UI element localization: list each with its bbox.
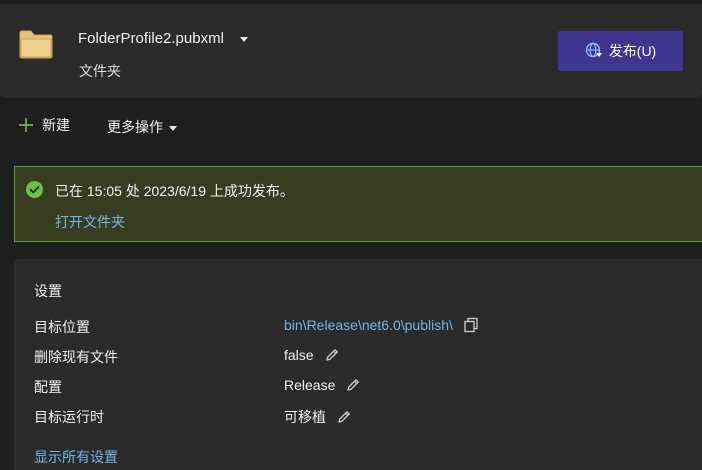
pencil-icon[interactable] [336, 409, 352, 425]
setting-label: 目标位置 [34, 319, 90, 335]
setting-row-configuration: 配置 Release [14, 377, 702, 399]
setting-row-delete-existing: 删除现有文件 false [14, 347, 702, 369]
new-profile-button[interactable]: 新建 [18, 115, 70, 135]
profile-header: FolderProfile2.pubxml 文件夹 发布(U) [0, 4, 702, 98]
publish-button-label: 发布(U) [608, 43, 657, 59]
profile-type: 文件夹 [79, 63, 121, 79]
globe-publish-icon [585, 42, 602, 58]
check-circle-icon [26, 181, 43, 198]
setting-label: 目标运行时 [34, 409, 104, 425]
profile-name: FolderProfile2.pubxml [78, 30, 224, 47]
pencil-icon[interactable] [345, 377, 361, 393]
folder-icon [19, 30, 53, 59]
chevron-down-icon [169, 125, 177, 131]
settings-title: 设置 [34, 283, 62, 299]
new-button-label: 新建 [42, 117, 70, 133]
target-runtime-value: 可移植 [284, 409, 326, 425]
setting-value-target-location: bin\Release\net6.0\publish\ [284, 317, 479, 333]
pencil-icon[interactable] [324, 347, 340, 363]
configuration-value: Release [284, 377, 336, 393]
success-banner: 已在 15:05 处 2023/6/19 上成功发布。 打开文件夹 [14, 166, 702, 242]
setting-row-target-runtime: 目标运行时 可移植 [14, 407, 702, 429]
setting-label: 删除现有文件 [34, 349, 118, 365]
more-actions-label: 更多操作 [107, 119, 163, 135]
publish-page: FolderProfile2.pubxml 文件夹 发布(U) 新建 更多操作 [0, 0, 702, 470]
setting-value-delete-existing: false [284, 347, 340, 363]
show-all-settings-link[interactable]: 显示所有设置 [34, 447, 118, 467]
profile-selector[interactable]: FolderProfile2.pubxml [78, 30, 248, 47]
chevron-down-icon [239, 37, 248, 42]
copy-icon[interactable] [463, 317, 479, 333]
publish-button[interactable]: 发布(U) [558, 31, 683, 71]
setting-label: 配置 [34, 379, 62, 395]
setting-value-target-runtime: 可移植 [284, 407, 352, 427]
delete-existing-value: false [284, 347, 314, 363]
plus-icon [19, 118, 33, 132]
setting-row-target-location: 目标位置 bin\Release\net6.0\publish\ [14, 317, 702, 339]
open-folder-link[interactable]: 打开文件夹 [55, 212, 125, 232]
setting-value-configuration: Release [284, 377, 361, 393]
success-message: 已在 15:05 处 2023/6/19 上成功发布。 [55, 183, 294, 199]
more-actions-menu[interactable]: 更多操作 [107, 117, 177, 137]
settings-panel: 设置 目标位置 bin\Release\net6.0\publish\ 删除现有… [14, 259, 702, 470]
target-location-link[interactable]: bin\Release\net6.0\publish\ [284, 317, 453, 333]
